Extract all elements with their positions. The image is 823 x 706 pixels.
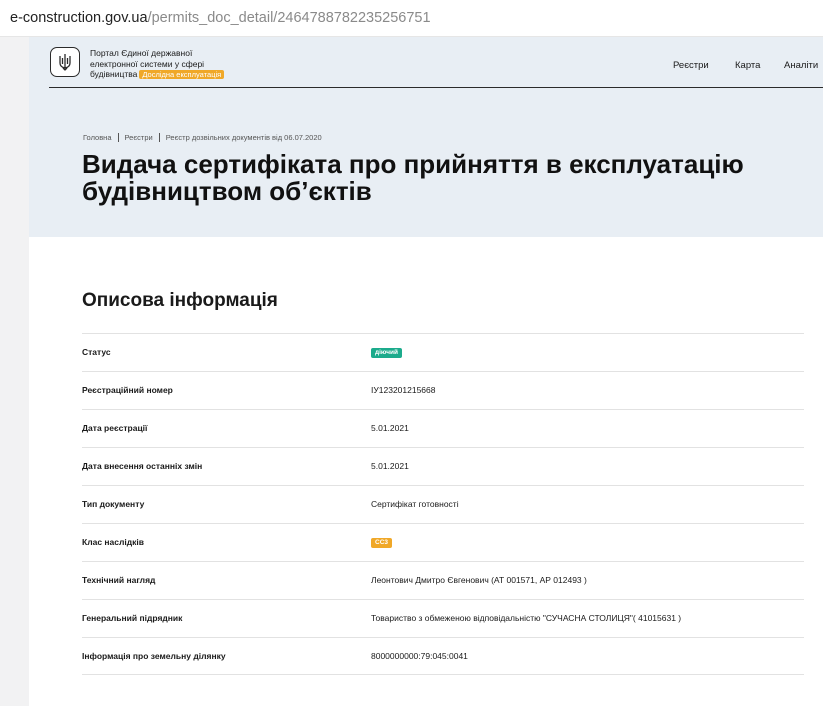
info-value: 8000000000:79:045:0041 xyxy=(371,651,468,661)
info-value: 5.01.2021 xyxy=(371,461,409,471)
info-label: Генеральний підрядник xyxy=(82,613,183,623)
info-value: ІУ123201215668 xyxy=(371,385,436,395)
nav-registries[interactable]: Реєстри xyxy=(673,60,709,71)
info-row-last-change-date: Дата внесення останніх змін 5.01.2021 xyxy=(82,447,804,485)
portal-name-line1: Портал Єдиної державної xyxy=(90,48,193,58)
portal-name[interactable]: Портал Єдиної державної електронної сист… xyxy=(90,48,225,80)
breadcrumb-permits-registry[interactable]: Реєстр дозвільних документів від 06.07.2… xyxy=(166,133,322,142)
info-label: Технічний нагляд xyxy=(82,575,156,585)
status-badge: діючий xyxy=(371,348,403,358)
info-label: Інформація про земельну ділянку xyxy=(82,651,226,661)
info-row-land-plot: Інформація про земельну ділянку 80000000… xyxy=(82,637,804,675)
top-bar: Портал Єдиної державної електронної сист… xyxy=(49,37,823,88)
breadcrumb-separator xyxy=(158,133,160,142)
info-value: 5.01.2021 xyxy=(371,423,409,433)
info-row-consequence-class: Клас наслідків СС3 xyxy=(82,523,804,561)
breadcrumb-separator xyxy=(117,133,119,142)
info-row-document-type: Тип документу Сертифікат готовності xyxy=(82,485,804,523)
nav-map[interactable]: Карта xyxy=(735,60,760,71)
browser-side-strip xyxy=(0,37,29,706)
info-row-general-contractor: Генеральний підрядник Товариство з обмеж… xyxy=(82,599,804,637)
page-title: Видача сертифіката про прийняття в експл… xyxy=(82,151,823,205)
info-value: Сертифікат готовності xyxy=(371,499,459,509)
info-row-technical-supervision: Технічний нагляд Леонтович Дмитро Євгено… xyxy=(82,561,804,599)
portal-name-line2: електронної системи у сфері xyxy=(90,58,205,69)
info-row-status: Статус діючий xyxy=(82,333,804,371)
url-domain: e-construction.gov.ua xyxy=(10,10,148,26)
info-value: Товариство з обмеженою відповідальністю … xyxy=(371,613,682,623)
info-label: Статус xyxy=(82,347,111,357)
info-row-registration-date: Дата реєстрації 5.01.2021 xyxy=(82,409,804,447)
portal-name-line3: будівництва xyxy=(90,69,138,79)
info-label: Дата внесення останніх змін xyxy=(82,461,203,471)
class-badge: СС3 xyxy=(371,538,393,548)
site-page: Портал Єдиної державної електронної сист… xyxy=(29,37,823,706)
section-title: Описова інформація xyxy=(82,290,278,311)
url-path: /permits_doc_detail/2464788782235256751 xyxy=(147,10,431,26)
breadcrumb-registries[interactable]: Реєстри xyxy=(125,133,153,142)
page-title-line2: будівництвом об’єктів xyxy=(82,176,372,206)
beta-badge: Дослідна експлуатація xyxy=(139,70,225,79)
info-label: Дата реєстрації xyxy=(82,423,148,433)
info-value: діючий xyxy=(371,347,403,359)
breadcrumb-home[interactable]: Головна xyxy=(83,133,112,142)
portal-logo[interactable] xyxy=(50,47,80,77)
info-value: СС3 xyxy=(371,537,393,549)
info-label: Клас наслідків xyxy=(82,537,144,547)
page-header: Портал Єдиної державної електронної сист… xyxy=(29,37,823,237)
info-value: Леонтович Дмитро Євгенович (АТ 001571, А… xyxy=(371,575,587,585)
info-label: Тип документу xyxy=(82,499,145,509)
trident-icon xyxy=(59,54,71,71)
info-table: Статус діючий Реєстраційний номер ІУ1232… xyxy=(82,333,804,675)
breadcrumb: Головна Реєстри Реєстр дозвільних документ… xyxy=(83,133,322,142)
nav-analytics[interactable]: Аналіти xyxy=(784,60,818,71)
address-bar[interactable]: e-construction.gov.ua/permits_doc_detail… xyxy=(0,0,823,37)
info-row-registration-number: Реєстраційний номер ІУ123201215668 xyxy=(82,371,804,409)
page-title-line1: Видача сертифіката про прийняття в експл… xyxy=(82,149,744,179)
info-label: Реєстраційний номер xyxy=(82,385,173,395)
